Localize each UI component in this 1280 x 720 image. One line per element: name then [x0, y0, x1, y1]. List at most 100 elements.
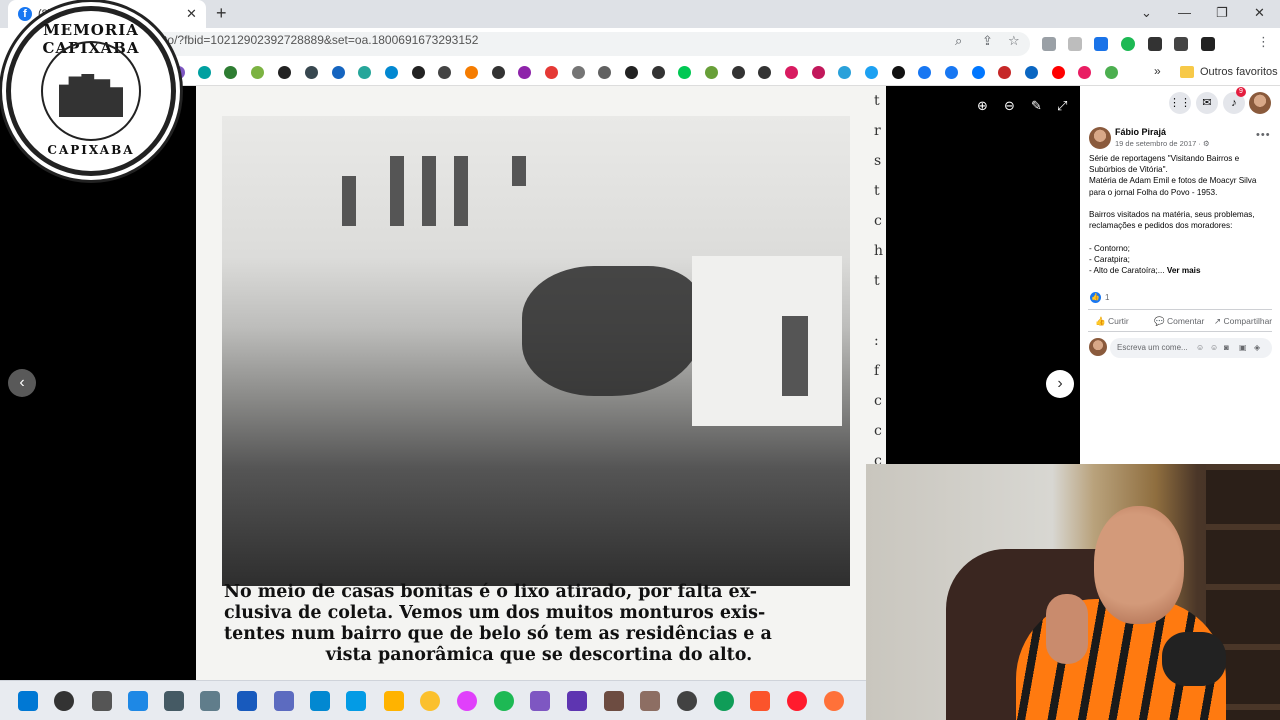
previous-photo-button[interactable]: ‹ — [8, 369, 36, 397]
share-button[interactable]: ↗ Compartilhar — [1214, 316, 1272, 327]
author-avatar[interactable] — [1089, 127, 1111, 149]
brave-icon[interactable] — [750, 691, 770, 711]
bookmark-icon[interactable] — [1078, 66, 1091, 79]
facebook-icon[interactable] — [918, 66, 931, 79]
task-view-icon[interactable] — [92, 691, 112, 711]
firefox-icon[interactable] — [824, 691, 844, 711]
bookmark-icon[interactable] — [572, 66, 585, 79]
bookmark-icon[interactable] — [678, 66, 691, 79]
close-window-icon[interactable]: ✕ — [1254, 5, 1265, 21]
comment-placeholder[interactable]: Escreva um come... — [1117, 343, 1188, 352]
messenger-icon[interactable]: ✉ — [1196, 92, 1218, 114]
share-icon[interactable]: ⇪ — [982, 33, 993, 49]
bookmark-icon[interactable] — [358, 66, 371, 79]
fullscreen-icon[interactable]: ⤢ — [1057, 98, 1067, 114]
bookmark-icon[interactable] — [998, 66, 1011, 79]
bookmark-icon[interactable] — [492, 66, 505, 79]
menu-kebab-icon[interactable]: ⋮ — [1257, 34, 1270, 50]
twitter-icon[interactable] — [865, 66, 878, 79]
maximize-icon[interactable]: ❐ — [1216, 5, 1228, 21]
bookmark-icon[interactable] — [625, 66, 638, 79]
tab-close-icon[interactable]: ✕ — [186, 6, 197, 22]
bookmark-icon[interactable] — [385, 66, 398, 79]
bookmark-icon[interactable] — [732, 66, 745, 79]
search-icon[interactable] — [54, 691, 74, 711]
bookmark-icon[interactable] — [305, 66, 318, 79]
app-icon[interactable] — [567, 691, 587, 711]
next-photo-button[interactable]: › — [1046, 370, 1074, 398]
edge-icon[interactable] — [714, 691, 734, 711]
app-icon[interactable] — [420, 691, 440, 711]
camera-icon[interactable]: ◙ — [1224, 343, 1229, 352]
avatar-sticker-icon[interactable]: ☺ — [1196, 343, 1204, 352]
bookmark-icon[interactable] — [465, 66, 478, 79]
post-options-icon[interactable]: ••• — [1256, 129, 1271, 141]
tiktok-icon[interactable] — [892, 66, 905, 79]
bookmark-icon[interactable] — [1105, 66, 1118, 79]
zoom-icon[interactable]: ⌕ — [955, 33, 962, 49]
bookmark-icon[interactable] — [545, 66, 558, 79]
bookmark-icon[interactable] — [758, 66, 771, 79]
post-author[interactable]: Fábio Pirajá — [1115, 127, 1166, 137]
bookmark-icon[interactable] — [198, 66, 211, 79]
app-icon[interactable] — [677, 691, 697, 711]
reading-list-icon[interactable] — [1174, 37, 1188, 51]
photos-icon[interactable] — [310, 691, 330, 711]
bookmark-icon[interactable] — [705, 66, 718, 79]
bookmark-icon[interactable] — [438, 66, 451, 79]
bookmark-icon[interactable] — [224, 66, 237, 79]
zoom-out-icon[interactable]: ⊖ — [1004, 98, 1015, 114]
extension-icon[interactable] — [1042, 37, 1056, 51]
start-icon[interactable] — [18, 691, 38, 711]
app-icon[interactable] — [530, 691, 550, 711]
snipping-tool-icon[interactable] — [274, 691, 294, 711]
zoom-in-icon[interactable]: ⊕ — [977, 98, 988, 114]
folder-icon[interactable] — [1180, 66, 1194, 78]
facebook-icon[interactable] — [945, 66, 958, 79]
account-avatar[interactable] — [1249, 92, 1271, 114]
calculator-icon[interactable] — [164, 691, 184, 711]
opera-icon[interactable] — [787, 691, 807, 711]
emoji-icon[interactable]: ☺ — [1210, 343, 1218, 352]
tab-search-chevron-icon[interactable]: ⌄ — [1141, 5, 1152, 21]
file-explorer-icon[interactable] — [384, 691, 404, 711]
other-bookmarks-folder[interactable]: Outros favoritos — [1200, 66, 1278, 78]
side-panel-icon[interactable] — [1201, 37, 1215, 51]
instagram-icon[interactable] — [785, 66, 798, 79]
bookmark-icon[interactable] — [251, 66, 264, 79]
telegram-icon[interactable] — [838, 66, 851, 79]
instagram-icon[interactable] — [812, 66, 825, 79]
app-icon[interactable] — [346, 691, 366, 711]
menu-grid-icon[interactable]: ⋮⋮ — [1169, 92, 1191, 114]
reaction-count[interactable]: 1 — [1105, 293, 1109, 302]
bookmark-icon[interactable] — [598, 66, 611, 79]
like-button[interactable]: 👍 Curtir — [1095, 316, 1129, 327]
extension-icon[interactable] — [1094, 37, 1108, 51]
new-tab-icon[interactable]: + — [216, 3, 227, 24]
linkedin-icon[interactable] — [1025, 66, 1038, 79]
bookmark-icon[interactable] — [652, 66, 665, 79]
youtube-icon[interactable] — [1052, 66, 1065, 79]
app-icon[interactable] — [640, 691, 660, 711]
bookmark-icon[interactable] — [332, 66, 345, 79]
bookmark-icon[interactable] — [278, 66, 291, 79]
vk-icon[interactable] — [972, 66, 985, 79]
camera-app-icon[interactable] — [200, 691, 220, 711]
itunes-icon[interactable] — [457, 691, 477, 711]
minimize-icon[interactable]: — — [1178, 5, 1191, 20]
tag-icon[interactable]: ✎ — [1031, 98, 1042, 114]
post-date[interactable]: 19 de setembro de 2017 · ⚙ — [1115, 139, 1210, 148]
app-icon[interactable] — [604, 691, 624, 711]
extensions-puzzle-icon[interactable] — [1148, 37, 1162, 51]
see-more-link[interactable]: Ver mais — [1167, 266, 1201, 275]
sticker-icon[interactable]: ◈ — [1254, 343, 1260, 352]
extension-icon[interactable] — [1121, 37, 1135, 51]
notepad-icon[interactable] — [128, 691, 148, 711]
gif-icon[interactable]: ▣ — [1239, 343, 1247, 352]
spotify-icon[interactable] — [494, 691, 514, 711]
bookmark-star-icon[interactable]: ☆ — [1008, 33, 1020, 49]
comment-button[interactable]: 💬 Comentar — [1154, 316, 1204, 327]
extension-icon[interactable] — [1068, 37, 1082, 51]
bookmark-icon[interactable] — [518, 66, 531, 79]
bookmark-icon[interactable] — [412, 66, 425, 79]
